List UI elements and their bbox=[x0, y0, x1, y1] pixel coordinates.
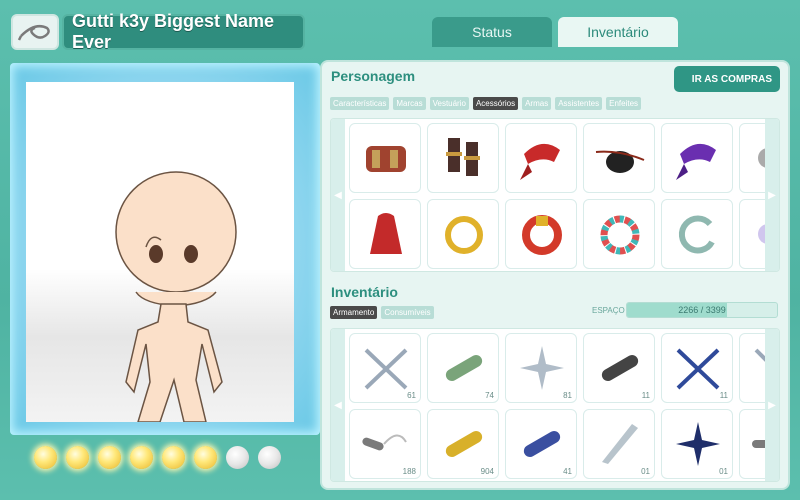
character-preview bbox=[26, 82, 294, 423]
item-slot[interactable] bbox=[427, 123, 499, 193]
item-count: 01 bbox=[719, 467, 728, 476]
green-scroll-icon bbox=[445, 355, 483, 381]
black-scroll-icon bbox=[601, 355, 639, 381]
energy-orbs bbox=[34, 446, 294, 474]
item-slot[interactable] bbox=[505, 123, 577, 193]
item-slot[interactable] bbox=[583, 123, 655, 193]
orb-unlit bbox=[226, 446, 249, 469]
space-bar: 2266 / 3399 bbox=[626, 302, 778, 318]
bead-bracelet-icon bbox=[600, 215, 640, 255]
personagem-grid: ◀ ▶ bbox=[330, 118, 780, 272]
inventario-grid: ◀ 61 74 81 11 11 188 904 41 01 01 ▶ bbox=[330, 328, 780, 482]
shop-button[interactable]: IR AS COMPRAS bbox=[674, 66, 780, 92]
item-slot[interactable]: 11 bbox=[583, 333, 655, 403]
item-count: 188 bbox=[402, 467, 416, 476]
orb-unlit bbox=[258, 446, 281, 469]
character-figure bbox=[115, 171, 237, 423]
gold-scroll-icon bbox=[445, 431, 483, 457]
silver-ring-icon bbox=[678, 215, 715, 254]
filter-marcas[interactable]: Marcas bbox=[393, 97, 426, 110]
orb-lit bbox=[162, 446, 185, 469]
orb-lit bbox=[194, 446, 217, 469]
item-slot[interactable]: 81 bbox=[505, 333, 577, 403]
orb-lit bbox=[66, 446, 89, 469]
item-count: 61 bbox=[407, 391, 416, 400]
blue-scroll-icon bbox=[523, 431, 561, 457]
player-name: Gutti k3y Biggest Name Ever bbox=[62, 11, 305, 52]
item-slot[interactable] bbox=[349, 123, 421, 193]
blue-shuriken-icon bbox=[676, 422, 720, 466]
item-slot[interactable]: 74 bbox=[427, 333, 499, 403]
tab-status[interactable]: Status bbox=[432, 17, 552, 47]
item-slot[interactable] bbox=[661, 123, 733, 193]
item-slot[interactable]: 11 bbox=[661, 333, 733, 403]
item-count: 81 bbox=[563, 391, 572, 400]
space-text: 2266 / 3399 bbox=[678, 305, 726, 315]
logo bbox=[11, 14, 59, 50]
scroll-right-arrow[interactable]: ▶ bbox=[765, 329, 779, 481]
item-slot[interactable] bbox=[583, 199, 655, 269]
orb-lit bbox=[130, 446, 153, 469]
orb-lit bbox=[34, 446, 57, 469]
wrist-guard-icon bbox=[366, 146, 406, 172]
filter-vestuario[interactable]: Vestuário bbox=[429, 97, 469, 110]
purple-bandana-icon bbox=[676, 143, 716, 180]
scroll-left-arrow[interactable]: ◀ bbox=[331, 329, 345, 481]
orb-lit bbox=[98, 446, 121, 469]
item-slot[interactable] bbox=[349, 199, 421, 269]
scroll-right-arrow[interactable]: ▶ bbox=[765, 119, 779, 271]
red-bandana-icon bbox=[520, 143, 560, 180]
filter-enfeites[interactable]: Enfeites bbox=[606, 97, 642, 110]
item-count: 74 bbox=[485, 391, 494, 400]
filter-caracteristicas[interactable]: Características bbox=[330, 97, 390, 110]
filter-armas[interactable]: Armas bbox=[522, 97, 552, 110]
filter-acessorios[interactable]: Acessórios bbox=[472, 97, 519, 110]
item-count: 11 bbox=[719, 391, 728, 400]
scroll-left-arrow[interactable]: ◀ bbox=[331, 119, 345, 271]
item-slot[interactable]: 188 bbox=[349, 409, 421, 479]
blade-icon bbox=[602, 424, 638, 464]
crossed-blue-kunai-icon bbox=[676, 348, 720, 390]
item-slot[interactable] bbox=[661, 199, 733, 269]
item-count: 01 bbox=[641, 467, 650, 476]
item-slot[interactable]: 61 bbox=[349, 333, 421, 403]
filter-assistentes[interactable]: Assistentes bbox=[555, 97, 603, 110]
item-count: 904 bbox=[480, 467, 494, 476]
item-slot[interactable]: 904 bbox=[427, 409, 499, 479]
nunchaku-icon bbox=[362, 434, 407, 451]
red-cloak-icon bbox=[370, 213, 402, 254]
personagem-filters: Características Marcas Vestuário Acessór… bbox=[330, 97, 642, 110]
item-slot[interactable] bbox=[427, 199, 499, 269]
crossed-kunai-icon bbox=[364, 348, 408, 390]
inventario-title: Inventário bbox=[331, 284, 398, 300]
shuriken-icon bbox=[520, 346, 564, 390]
item-count: 11 bbox=[641, 391, 650, 400]
eyepatch-icon bbox=[595, 150, 645, 173]
item-slot[interactable]: 01 bbox=[661, 409, 733, 479]
boots-icon bbox=[446, 138, 480, 176]
item-count: 41 bbox=[563, 467, 572, 476]
filter-consumiveis[interactable]: Consumíveis bbox=[381, 306, 434, 319]
personagem-title: Personagem bbox=[331, 68, 416, 84]
filter-armamento[interactable]: Armamento bbox=[330, 306, 378, 319]
inventario-filters: Armamento Consumíveis bbox=[330, 306, 434, 319]
red-bracelet-icon bbox=[522, 215, 562, 255]
gold-ring-icon bbox=[445, 216, 483, 254]
space-label: ESPAÇO bbox=[592, 306, 625, 315]
item-slot[interactable] bbox=[505, 199, 577, 269]
leaf-village-icon bbox=[17, 25, 50, 41]
tab-inventario[interactable]: Inventário bbox=[558, 17, 678, 47]
item-slot[interactable]: 41 bbox=[505, 409, 577, 479]
item-slot[interactable]: 01 bbox=[583, 409, 655, 479]
